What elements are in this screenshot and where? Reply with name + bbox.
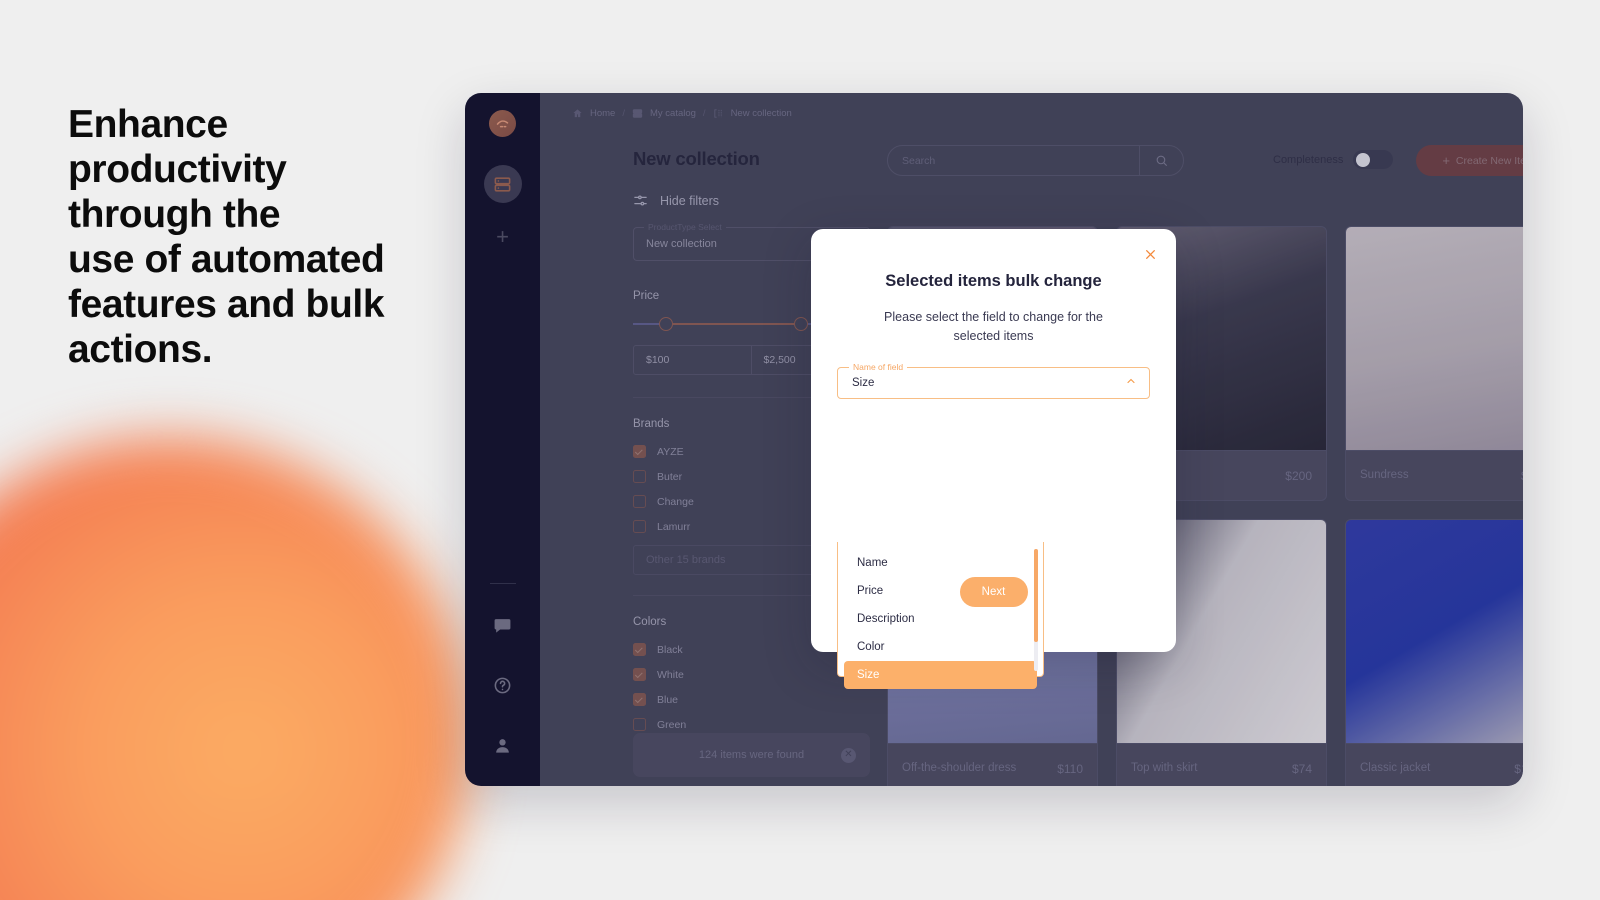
- help-icon: [494, 677, 511, 693]
- sidebar-item-help[interactable]: [484, 666, 522, 704]
- headline-line: through the: [68, 193, 281, 237]
- bulk-change-modal: Selected items bulk change Please select…: [811, 229, 1176, 689]
- marketing-headline: Enhance productivity through the use of …: [68, 102, 448, 372]
- rail-bottom-group: [484, 583, 522, 786]
- page-root: Enhance productivity through the use of …: [0, 0, 1600, 900]
- add-icon: +: [496, 224, 509, 249]
- chevron-up-icon: [1125, 374, 1137, 392]
- brand-logo[interactable]: [489, 110, 516, 137]
- sidebar-item-add[interactable]: +: [484, 217, 522, 255]
- headline-line: use of automated: [68, 238, 385, 282]
- dropdown-option[interactable]: Color: [844, 633, 1037, 661]
- modal-title: Selected items bulk change: [885, 272, 1102, 290]
- dropdown-option[interactable]: Name: [844, 549, 1037, 577]
- catalog-icon: [494, 176, 511, 192]
- chat-icon: [494, 618, 511, 633]
- field-name-legend: Name of field: [849, 361, 908, 372]
- field-name-value: Size: [852, 376, 875, 389]
- rail-divider: [489, 583, 516, 584]
- dropdown-option[interactable]: Description: [844, 605, 1037, 633]
- sidebar-item-chat[interactable]: [484, 606, 522, 644]
- headline-line: features and bulk: [68, 283, 385, 327]
- sidebar-item-account[interactable]: [484, 726, 522, 764]
- field-name-select[interactable]: Name of field Size: [837, 361, 1150, 399]
- field-options-dropdown: Name Price Description Color Size: [837, 542, 1044, 689]
- sidebar-rail: +: [465, 93, 540, 786]
- next-button[interactable]: Next: [959, 577, 1028, 607]
- sidebar-item-catalog[interactable]: [483, 165, 522, 203]
- decorative-gradient-blob: [0, 438, 470, 900]
- scrollbar-thumb[interactable]: [1034, 549, 1038, 642]
- modal-subtitle: Please select the field to change for th…: [884, 310, 1103, 343]
- account-icon: [496, 738, 509, 753]
- headline-line: Enhance: [68, 103, 228, 146]
- headline-line: productivity: [68, 148, 287, 192]
- close-icon[interactable]: [1142, 246, 1159, 263]
- dropdown-scrollbar[interactable]: [1034, 549, 1038, 671]
- headline-line: actions.: [68, 328, 213, 372]
- dropdown-option-selected[interactable]: Size: [844, 661, 1037, 689]
